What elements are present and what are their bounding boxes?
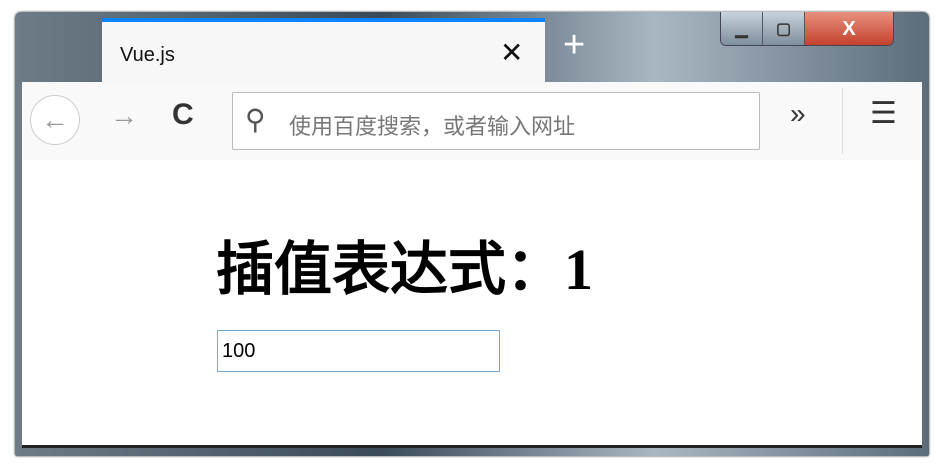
new-tab-button[interactable]: +: [563, 24, 585, 67]
browser-window: Vue.js ✕ + ▁ ▢ X ← → C ⚲ 使用百度搜索，或者输入网址 »…: [15, 12, 929, 456]
url-bar[interactable]: ⚲ 使用百度搜索，或者输入网址: [232, 92, 760, 150]
nav-toolbar: ← → C ⚲ 使用百度搜索，或者输入网址 » ☰: [22, 82, 922, 160]
value-input[interactable]: [217, 330, 500, 372]
close-tab-icon[interactable]: ✕: [500, 36, 523, 69]
overflow-button[interactable]: »: [790, 98, 806, 130]
window-controls: ▁ ▢ X: [720, 12, 894, 46]
url-placeholder: 使用百度搜索，或者输入网址: [289, 114, 576, 139]
page-heading: 插值表达式：1: [216, 237, 594, 302]
menu-button[interactable]: ☰: [870, 96, 897, 131]
title-bar: Vue.js ✕ + ▁ ▢ X: [15, 12, 929, 82]
divider: [842, 88, 843, 154]
maximize-button[interactable]: ▢: [763, 12, 805, 45]
minimize-button[interactable]: ▁: [721, 12, 763, 45]
back-button[interactable]: ←: [30, 95, 80, 145]
reload-button[interactable]: C: [172, 98, 194, 132]
close-window-button[interactable]: X: [805, 12, 893, 45]
forward-button[interactable]: →: [110, 100, 138, 132]
search-icon: ⚲: [245, 104, 266, 135]
tab-vuejs[interactable]: Vue.js ✕: [102, 18, 545, 82]
page-content: 插值表达式：1: [22, 160, 922, 448]
tab-title: Vue.js: [120, 44, 175, 66]
